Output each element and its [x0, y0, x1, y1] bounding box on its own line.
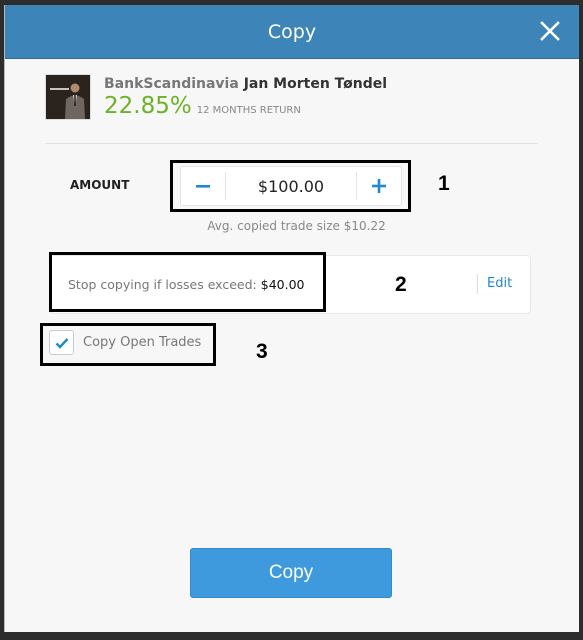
trader-name[interactable]: BankScandinavia Jan Morten Tøndel [104, 76, 387, 92]
trader-avatar[interactable] [45, 74, 91, 120]
annotation-box-2 [49, 252, 326, 312]
trader-full-name: Jan Morten Tøndel [243, 75, 388, 92]
avg-trade-size: Avg. copied trade size $10.22 [207, 219, 386, 233]
trader-username: BankScandinavia [104, 75, 239, 92]
return-label: 12 MONTHS RETURN [196, 104, 301, 116]
return-value: 22.85% [104, 92, 192, 119]
annotation-number-3: 3 [256, 340, 268, 363]
annotation-box-3 [40, 323, 216, 366]
annotation-number-1: 1 [438, 172, 450, 195]
copy-button[interactable]: Copy [190, 548, 392, 598]
close-icon[interactable] [539, 20, 561, 42]
dialog-header: Copy [5, 5, 579, 59]
amount-label: AMOUNT [70, 178, 130, 192]
dialog-title: Copy [267, 20, 317, 43]
trader-summary: BankScandinavia Jan Morten Tøndel 22.85%… [45, 74, 387, 120]
divider [45, 143, 538, 144]
annotation-number-2: 2 [395, 273, 407, 296]
annotation-box-1 [170, 160, 411, 212]
edit-stop-loss-link[interactable]: Edit [487, 276, 512, 291]
edit-separator [477, 274, 478, 294]
